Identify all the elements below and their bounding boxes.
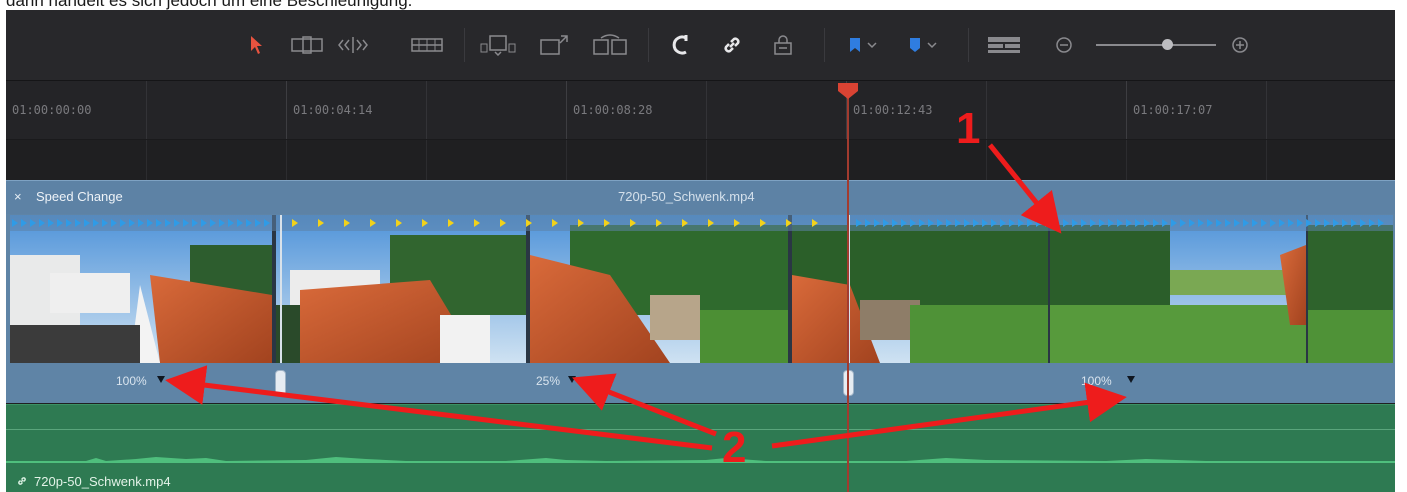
blade-edit-icon[interactable] (410, 32, 444, 58)
zoom-out-icon[interactable] (1054, 32, 1074, 58)
timecode-label: 01:00:08:28 (573, 103, 653, 117)
close-speed-change-icon[interactable]: × (14, 189, 22, 204)
thumbnail-frame (10, 215, 272, 363)
audio-waveform (6, 457, 1395, 463)
trim-edit-icon[interactable] (290, 32, 324, 58)
zoom-in-icon[interactable] (1230, 32, 1250, 58)
zoom-slider-track[interactable] (1096, 44, 1216, 46)
speed-point-handle[interactable] (275, 370, 286, 396)
clip-header: × Speed Change 720p-50_Schwenk.mp4 (6, 181, 1395, 214)
segment-speed-label: 100% (1081, 374, 1112, 388)
segment-speed-label: 100% (116, 374, 147, 388)
timecode-label: 01:00:00:00 (12, 103, 92, 117)
audio-clip[interactable]: 720p-50_Schwenk.mp4 (6, 404, 1395, 492)
speed-dropdown-icon[interactable] (157, 376, 165, 383)
timecode-label: 01:00:17:07 (1133, 103, 1213, 117)
toolbar-divider (968, 28, 969, 62)
timecode-ruler[interactable]: 01:00:00:00 01:00:04:14 01:00:08:28 01:0… (6, 81, 1395, 140)
clip-thumbnails-image (10, 215, 1393, 363)
flag-dropdown-icon[interactable] (844, 32, 884, 58)
segment-speed-label: 25% (536, 374, 561, 388)
toolbar-divider (464, 28, 465, 62)
thumbnail-frame (1050, 215, 1306, 363)
speed-change-title: Speed Change (36, 189, 123, 204)
playhead-handle[interactable] (837, 82, 859, 100)
thumbnail-frame (530, 215, 788, 363)
linked-selection-icon[interactable] (718, 32, 746, 58)
overwrite-clip-icon[interactable] (538, 32, 570, 58)
toolbar-divider (648, 28, 649, 62)
audio-level-line (6, 429, 1395, 430)
playhead-line (847, 90, 849, 492)
timecode-label: 01:00:12:43 (853, 103, 933, 117)
dynamic-trim-icon[interactable] (336, 32, 370, 58)
selection-tool-icon[interactable] (246, 32, 266, 58)
clip-thumbnail-strip (10, 215, 1393, 363)
marker-dropdown-icon[interactable] (904, 32, 944, 58)
link-icon (16, 475, 28, 490)
speed-dropdown-icon[interactable] (1127, 376, 1135, 383)
insert-clip-icon[interactable] (480, 32, 516, 58)
zoom-slider-handle[interactable] (1162, 39, 1173, 50)
speed-arrows (10, 215, 1393, 231)
thumbnail-frame (1308, 215, 1393, 363)
speed-segment-row: 100% 25% 100% (6, 364, 1395, 402)
thumbnail-frame (792, 215, 1048, 363)
snapping-magnet-icon[interactable] (666, 32, 694, 58)
toolbar-divider (824, 28, 825, 62)
position-lock-icon[interactable] (770, 32, 796, 58)
thumbnail-frame (276, 215, 526, 363)
timeline-view-options-icon[interactable] (986, 32, 1022, 58)
audio-clip-name: 720p-50_Schwenk.mp4 (34, 474, 171, 489)
timeline-panel: 01:00:00:00 01:00:04:14 01:00:08:28 01:0… (6, 10, 1395, 492)
clip-name: 720p-50_Schwenk.mp4 (618, 189, 755, 204)
replace-clip-icon[interactable] (592, 32, 628, 58)
video-clip[interactable]: × Speed Change 720p-50_Schwenk.mp4 100% … (6, 180, 1395, 403)
timeline-toolbar (6, 10, 1395, 81)
empty-track-row (6, 140, 1395, 180)
speed-dropdown-icon[interactable] (568, 376, 576, 383)
timecode-label: 01:00:04:14 (293, 103, 373, 117)
